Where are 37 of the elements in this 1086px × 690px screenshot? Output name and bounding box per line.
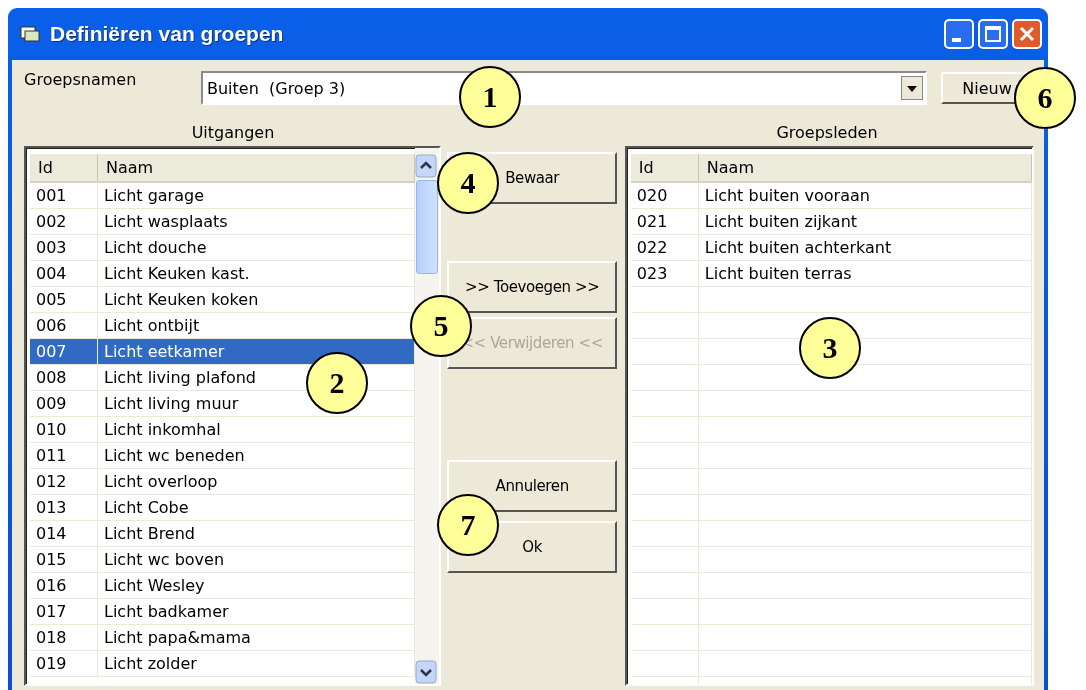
outputs-title: Uitgangen — [190, 122, 276, 142]
column-header[interactable]: Id — [30, 154, 98, 181]
list-row[interactable]: 014 Licht Brend — [30, 521, 416, 547]
list-row[interactable]: 011 Licht wc beneden — [30, 443, 416, 469]
list-row[interactable]: 005 Licht Keuken koken — [30, 287, 416, 313]
list-row[interactable]: 003 Licht douche — [30, 235, 416, 261]
scroll-up-icon[interactable] — [415, 154, 438, 178]
scroll-down-icon[interactable] — [415, 660, 438, 684]
list-row[interactable]: 021 Licht buiten zijkant — [630, 209, 1032, 235]
number-callout-overlay: 6 — [1014, 67, 1076, 129]
action-button[interactable]: Annuleren — [447, 460, 618, 512]
list-row[interactable]: 007 Licht eetkamer — [30, 339, 416, 365]
minimize-icon[interactable] — [944, 19, 974, 49]
members-title: Groepsleden — [775, 122, 879, 142]
list-row[interactable]: 004 Licht Keuken kast. — [30, 261, 416, 287]
action-button[interactable]: >> Toevoegen >> — [447, 261, 618, 313]
list-row[interactable]: 020 Licht buiten vooraan — [630, 183, 1032, 209]
list-row[interactable]: 010 Licht inkomhal — [30, 417, 416, 443]
list-row[interactable]: 022 Licht buiten achterkant — [630, 235, 1032, 261]
list-row[interactable]: 019 Licht zolder — [30, 651, 416, 677]
list-row[interactable]: 017 Licht badkamer — [30, 599, 416, 625]
group-names-label: Groepsnamen — [24, 70, 138, 89]
list-row[interactable]: 023 Licht buiten terras — [630, 261, 1032, 287]
list-row[interactable]: 013 Licht Cobe — [30, 495, 416, 521]
list-row[interactable]: 018 Licht papa&mama — [30, 625, 416, 651]
column-header[interactable]: Id — [630, 154, 699, 181]
list-row[interactable]: 001 Licht garage — [30, 183, 416, 209]
window-title: Definiëren van groepen — [50, 22, 284, 46]
list-row[interactable]: 002 Licht wasplaats — [30, 209, 416, 235]
maximize-icon[interactable] — [978, 19, 1008, 49]
list-row[interactable]: 012 Licht overloop — [30, 469, 416, 495]
window-icon — [20, 25, 40, 43]
list-row[interactable]: 015 Licht wc boven — [30, 547, 416, 573]
column-header[interactable]: Naam — [698, 154, 1032, 181]
list-row[interactable]: 016 Licht Wesley — [30, 573, 416, 599]
scrollbar-thumb[interactable] — [416, 180, 439, 274]
close-icon[interactable] — [1012, 19, 1042, 49]
